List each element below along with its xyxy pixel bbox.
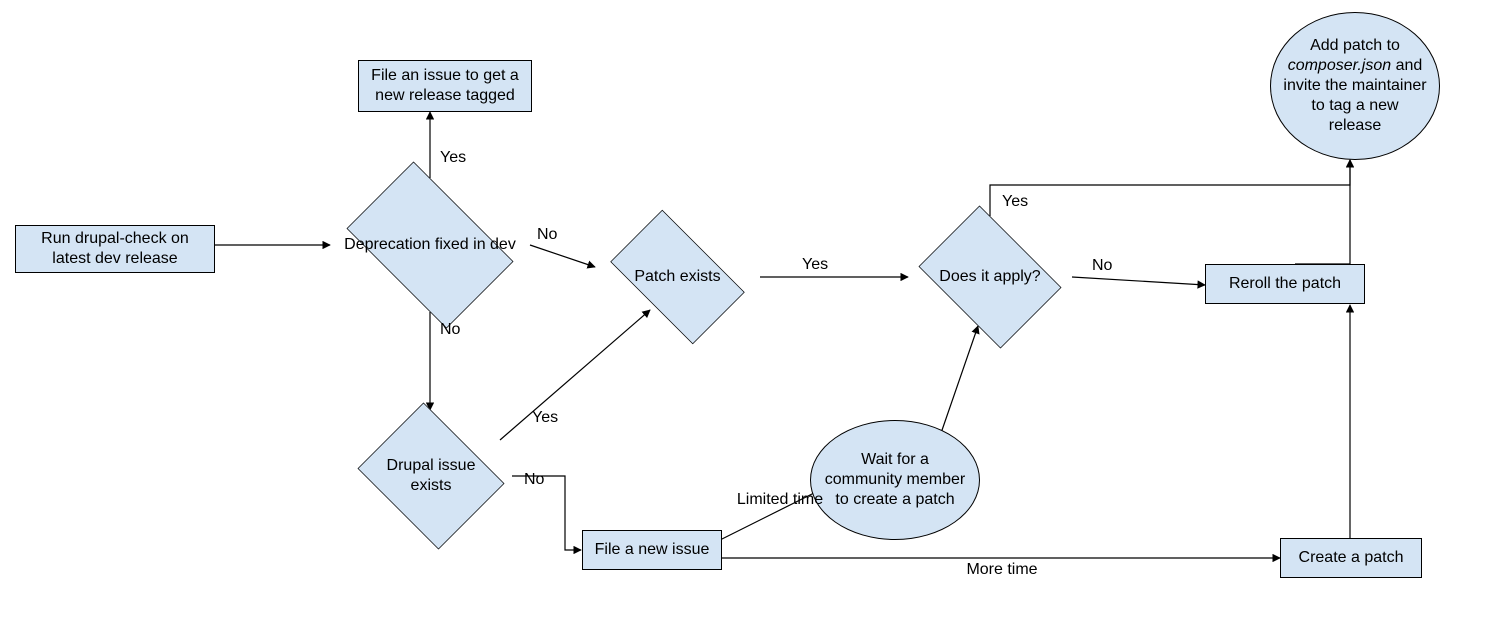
edge-label-no: No <box>438 320 462 339</box>
node-file-new-issue: File a new issue <box>582 530 722 570</box>
node-wait-community: Wait for a community member to create a … <box>810 420 980 540</box>
node-text: Deprecation fixed in dev <box>344 235 516 255</box>
edge-label-no: No <box>535 225 559 244</box>
flowchart-canvas: Run drupal-check on latest dev release F… <box>0 0 1496 635</box>
edge-label-limited-time: Limited time <box>728 490 832 509</box>
edge-label-yes: Yes <box>530 408 560 427</box>
node-text: File a new issue <box>595 540 710 560</box>
node-file-issue-release: File an issue to get a new release tagge… <box>358 60 532 112</box>
edge-label-more-time: More time <box>955 560 1049 579</box>
node-text: Wait for a community member to create a … <box>823 450 967 510</box>
node-run-drupal-check: Run drupal-check on latest dev release <box>15 225 215 273</box>
node-text: File an issue to get a new release tagge… <box>369 66 521 106</box>
node-patch-exists: Patch exists <box>595 225 760 329</box>
node-text: Reroll the patch <box>1229 274 1341 294</box>
node-text: Create a patch <box>1299 548 1404 568</box>
edge-label-yes: Yes <box>438 148 468 167</box>
node-text: Does it apply? <box>939 267 1040 287</box>
node-drupal-issue-exists: Drupal issue exists <box>350 410 512 542</box>
edge-label-yes: Yes <box>1000 192 1030 211</box>
node-text: Patch exists <box>634 267 720 287</box>
node-create-patch: Create a patch <box>1280 538 1422 578</box>
node-reroll-patch: Reroll the patch <box>1205 264 1365 304</box>
edge-label-no: No <box>522 470 546 489</box>
node-text: Run drupal-check on latest dev release <box>26 229 204 269</box>
node-does-apply: Does it apply? <box>908 216 1072 338</box>
node-text: Add patch to composer.json and invite th… <box>1283 36 1427 136</box>
node-deprecation-fixed: Deprecation fixed in dev <box>330 178 530 312</box>
node-text: Drupal issue exists <box>364 456 498 496</box>
node-add-patch-composer: Add patch to composer.json and invite th… <box>1270 12 1440 160</box>
edge-label-yes: Yes <box>800 255 830 274</box>
edge-label-no: No <box>1090 256 1114 275</box>
